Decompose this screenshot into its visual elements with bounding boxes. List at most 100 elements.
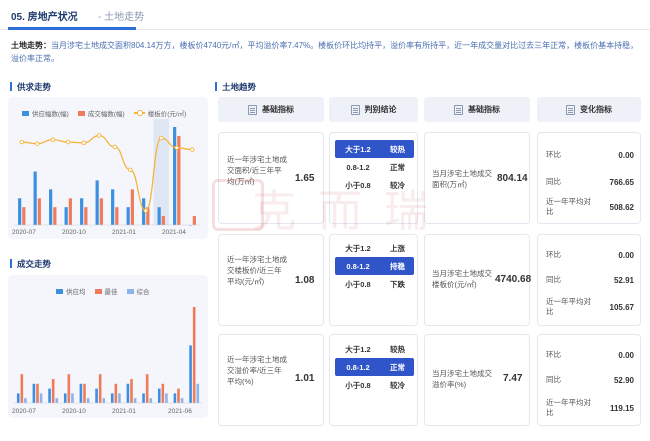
price-point-2021-03	[143, 208, 148, 213]
row1-base-label: 当月涉宅土地成交面积(万㎡)	[432, 169, 492, 189]
summary-text: 当月涉宅土地成交面积804.14万方，楼板价4740元/㎡，平均溢价率7.47%…	[11, 41, 639, 63]
price-point-2020-12	[96, 133, 102, 138]
bar-最佳-2020-07	[20, 374, 24, 403]
deal-chart-panel: 供应均 最佳 综合 2020-07 2020-10 2021-01 2021-06	[8, 275, 208, 418]
bar-综合-2020-08	[39, 393, 43, 403]
row2-judge-list: 大于1.2 上涨 0.8-1.2 持稳 小于0.8 下跌	[335, 239, 414, 293]
row3-index-card: 近一年涉宅土地成交溢价率/近三年平均(%) 1.01	[218, 334, 324, 426]
row3-judge-hot: 大于1.2 较热	[345, 344, 405, 354]
row1-index-value: 1.65	[295, 173, 315, 184]
row3-judge-list: 大于1.2 较热 0.8-1.2 正常 小于0.8 较冷	[335, 340, 414, 394]
bar-供应均-2020-11	[79, 383, 83, 403]
row2-judge-card: 大于1.2 上涨 0.8-1.2 持稳 小于0.8 下跌	[329, 234, 418, 326]
document-icon	[454, 104, 463, 115]
th-base-index-1: 基础指标	[218, 97, 324, 122]
bar-供应幅数(幅)-2020-12	[95, 180, 99, 225]
summary-label: 土地走势：	[11, 41, 51, 50]
bar-最佳-2021-04	[161, 383, 165, 403]
bar-成交幅数(幅)-2021-06	[192, 216, 196, 225]
summary-paragraph: 土地走势：当月涉宅土地成交面积804.14万方，楼板价4740元/㎡，平均溢价率…	[11, 39, 641, 65]
bar-最佳-2021-01	[114, 383, 118, 403]
row3-index-value: 1.01	[295, 373, 315, 384]
row3-change-avg: 近一年平均对比 119.15	[546, 398, 634, 417]
row1-base-card: 当月涉宅土地成交面积(万㎡) 804.14	[424, 132, 530, 224]
bar-成交幅数(幅)-2020-12	[99, 198, 103, 225]
document-icon	[350, 104, 360, 115]
price-point-2021-05	[174, 145, 179, 151]
price-point-2021-01	[112, 144, 117, 150]
x-tick-label: 2020-10	[62, 229, 86, 236]
x-tick-label: 2021-01	[112, 408, 136, 415]
row2-judge-down: 小于0.8 下跌	[345, 279, 405, 289]
bar-最佳-2021-02	[130, 379, 133, 403]
deal-chart: 2020-07 2020-10 2021-01 2021-06	[12, 307, 202, 415]
row1-change-mom: 环比 0.00	[546, 150, 634, 160]
bar-成交幅数(幅)-2021-02	[130, 189, 134, 225]
row2-index-card: 近一年涉宅土地成交楼板价/近三年平均(元/㎡) 1.08	[218, 234, 324, 326]
bar-供应均-2020-09	[48, 388, 51, 403]
bar-成交幅数(幅)-2020-10	[68, 198, 72, 225]
row2-index-label: 近一年涉宅土地成交楼板价/近三年平均(元/㎡)	[227, 255, 287, 286]
bar-最佳-2020-08	[36, 383, 39, 403]
row2-judge-up: 大于1.2 上涨	[345, 243, 405, 253]
deal-section-title: 成交走势	[9, 259, 52, 269]
row1-change-card: 环比 0.00 同比 766.65 近一年平均对比 508.62	[537, 132, 641, 224]
bar-供应幅数(幅)-2020-07	[18, 198, 22, 225]
section-number-title: 05. 房地产状况	[11, 12, 78, 23]
row2-change-card: 环比 0.00 同比 52.91 近一年平均对比 105.67	[537, 234, 641, 326]
bar-综合-2020-07	[24, 398, 27, 403]
bar-供应幅数(幅)-2020-08	[33, 171, 37, 225]
supply-chart: 2020-07 2020-10 2021-01 2021-04	[12, 119, 200, 236]
bar-综合-2021-03	[149, 398, 153, 403]
bar-成交幅数(幅)-2020-11	[84, 207, 88, 225]
row2-index-value: 1.08	[295, 275, 315, 286]
bar-综合-2021-02	[133, 398, 137, 403]
bar-供应幅数(幅)-2020-09	[49, 189, 53, 225]
price-point-2020-07	[19, 139, 24, 145]
th-base-index-2: 基础指标	[424, 97, 530, 122]
price-point-2021-06	[189, 147, 195, 152]
bar-最佳-2020-12	[98, 374, 102, 403]
row2-change-avg: 近一年平均对比 105.67	[546, 297, 634, 316]
bar-综合-2021-05	[180, 398, 184, 403]
row1-base-value: 804.14	[497, 173, 528, 184]
bar-供应均-2021-02	[126, 383, 130, 403]
bar-供应幅数(幅)-2021-04	[157, 207, 161, 225]
bar-供应均-2021-04	[157, 388, 161, 403]
row3-index-label: 近一年涉宅土地成交溢价率/近三年平均(%)	[227, 355, 287, 386]
row2-change-mom: 环比 0.00	[546, 250, 634, 260]
bar-综合-2020-11	[86, 398, 90, 403]
bar-最佳-2021-06	[192, 307, 196, 403]
bar-综合-2020-12	[102, 398, 106, 403]
x-tick-label: 2020-07	[12, 229, 36, 236]
row3-base-value: 7.47	[503, 373, 523, 384]
row1-judge-list: 大于1.2 较热 0.8-1.2 正常 小于0.8 较冷	[335, 140, 414, 194]
supply-chart-panel: 供应幅数(幅) 成交幅数(幅) 楼板价(元/㎡) 2020-07 2020-10 2…	[8, 97, 208, 239]
bar-供应均-2020-12	[95, 388, 98, 403]
bar-最佳-2021-03	[145, 374, 149, 403]
bar-成交幅数(幅)-2020-08	[37, 198, 41, 225]
bar-供应均-2020-07	[16, 393, 20, 403]
price-point-2020-09	[50, 137, 56, 142]
price-point-2021-02	[127, 167, 133, 173]
row1-judge-cold: 小于0.8 较冷	[345, 180, 405, 190]
bar-成交幅数(幅)-2020-09	[53, 207, 57, 225]
bar-综合-2021-04	[165, 393, 168, 403]
price-point-2020-08	[35, 141, 40, 146]
bar-综合-2020-09	[55, 398, 59, 403]
supply-section-title: 供求走势	[9, 82, 52, 92]
bar-供应均-2021-01	[110, 393, 114, 403]
bar-成交幅数(幅)-2020-07	[22, 207, 26, 225]
bar-供应幅数(幅)-2020-11	[80, 198, 84, 225]
row3-base-card: 当月涉宅土地成交溢价率(%) 7.47	[424, 334, 530, 426]
price-point-2020-10	[66, 139, 71, 145]
price-point-2021-04	[158, 135, 164, 141]
document-icon	[248, 104, 257, 115]
bar-最佳-2020-09	[51, 379, 55, 403]
row2-base-value: 4740.68	[495, 274, 532, 285]
row3-change-yoy: 同比 52.90	[546, 375, 634, 385]
row2-base-label: 当月涉宅土地成交楼板价(元/㎡)	[432, 269, 492, 289]
row1-judge-normal: 0.8-1.2 正常	[346, 162, 405, 172]
row3-judge-normal: 0.8-1.2 正常	[335, 358, 414, 376]
bar-供应幅数(幅)-2020-10	[64, 207, 68, 225]
